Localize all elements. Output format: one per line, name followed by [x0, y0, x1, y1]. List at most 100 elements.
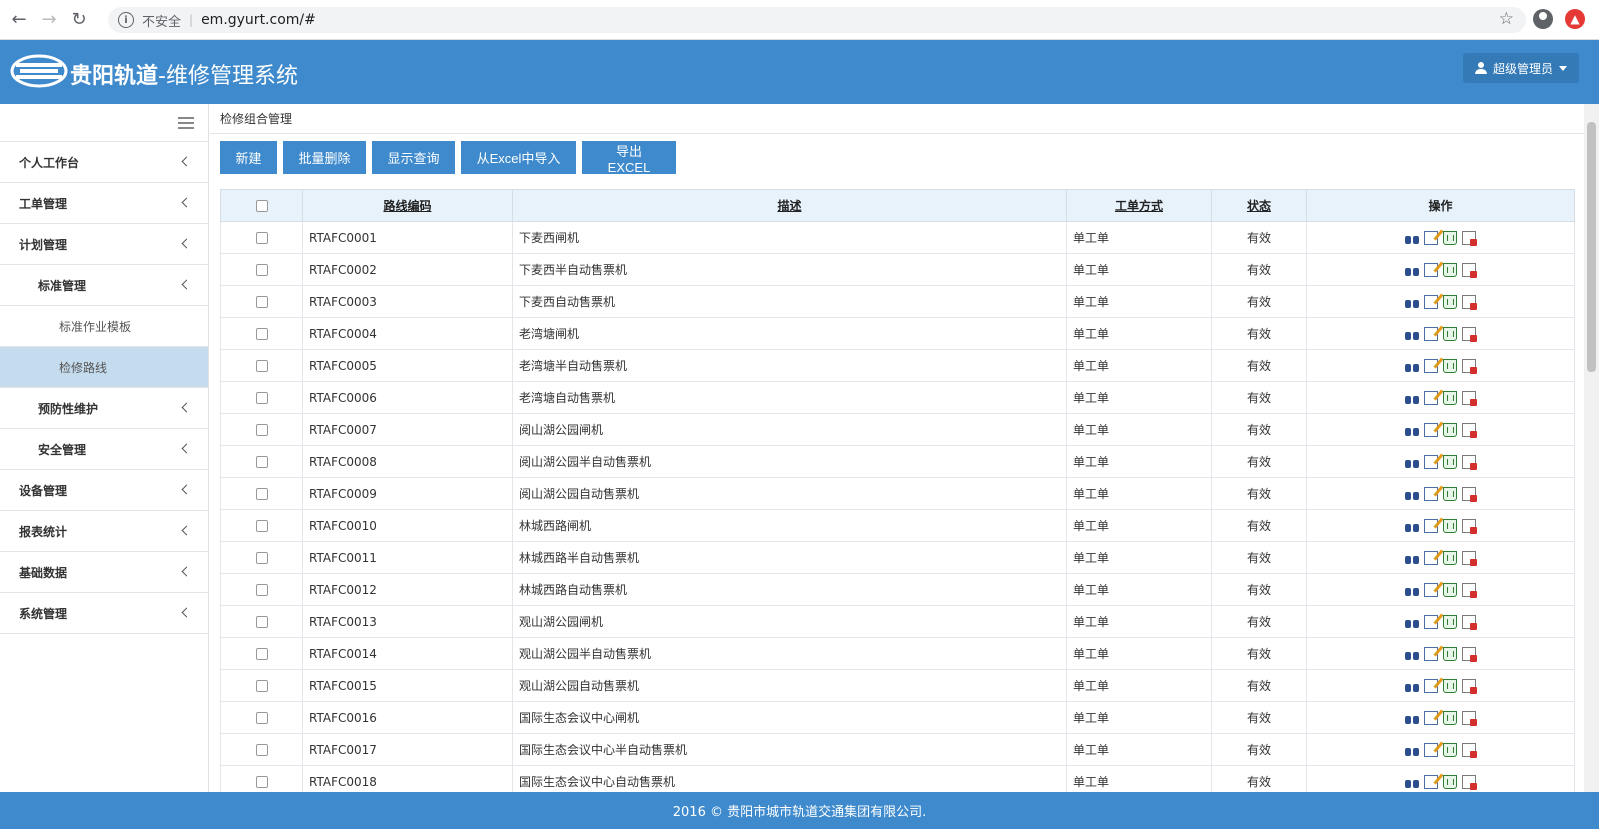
- select-all-checkbox[interactable]: [255, 200, 268, 212]
- column-header-desc[interactable]: 描述: [512, 189, 1067, 222]
- extension-icon[interactable]: ▲: [1565, 9, 1585, 29]
- delete-trash-icon[interactable]: [1443, 454, 1457, 469]
- table-row[interactable]: RTAFC0005 老湾塘半自动售票机 单工单 有效: [220, 349, 1575, 382]
- document-icon[interactable]: [1462, 422, 1477, 438]
- row-checkbox[interactable]: [255, 552, 268, 564]
- sidebar-toggle[interactable]: [0, 104, 208, 142]
- user-menu-button[interactable]: 超级管理员: [1462, 53, 1579, 83]
- document-icon[interactable]: [1462, 742, 1477, 758]
- delete-trash-icon[interactable]: [1443, 262, 1457, 277]
- delete-trash-icon[interactable]: [1443, 550, 1457, 565]
- row-checkbox[interactable]: [255, 232, 268, 244]
- reload-icon[interactable]: ↻: [68, 9, 90, 31]
- edit-icon[interactable]: [1424, 390, 1438, 405]
- row-checkbox[interactable]: [255, 584, 268, 596]
- edit-icon[interactable]: [1424, 614, 1438, 629]
- show-query-button[interactable]: 显示查询: [372, 141, 455, 174]
- table-row[interactable]: RTAFC0010 林城西路闸机 单工单 有效: [220, 509, 1575, 542]
- document-icon[interactable]: [1462, 614, 1477, 630]
- scrollbar-thumb[interactable]: [1587, 122, 1596, 372]
- document-icon[interactable]: [1462, 486, 1477, 502]
- edit-icon[interactable]: [1424, 710, 1438, 725]
- document-icon[interactable]: [1462, 390, 1477, 406]
- edit-icon[interactable]: [1424, 742, 1438, 757]
- info-icon[interactable]: i: [118, 12, 134, 28]
- document-icon[interactable]: [1462, 582, 1477, 598]
- delete-trash-icon[interactable]: [1443, 774, 1457, 789]
- column-header-status[interactable]: 状态: [1211, 189, 1307, 222]
- row-checkbox[interactable]: [255, 616, 268, 628]
- document-icon[interactable]: [1462, 710, 1477, 726]
- row-checkbox[interactable]: [255, 776, 268, 788]
- view-binoculars-icon[interactable]: [1405, 775, 1419, 789]
- edit-icon[interactable]: [1424, 678, 1438, 693]
- edit-icon[interactable]: [1424, 518, 1438, 533]
- row-checkbox[interactable]: [255, 680, 268, 692]
- view-binoculars-icon[interactable]: [1405, 359, 1419, 373]
- view-binoculars-icon[interactable]: [1405, 551, 1419, 565]
- row-checkbox[interactable]: [255, 264, 268, 276]
- view-binoculars-icon[interactable]: [1405, 391, 1419, 405]
- view-binoculars-icon[interactable]: [1405, 583, 1419, 597]
- account-icon[interactable]: [1533, 9, 1553, 29]
- column-header-method[interactable]: 工单方式: [1066, 189, 1212, 222]
- row-checkbox[interactable]: [255, 712, 268, 724]
- table-row[interactable]: RTAFC0014 观山湖公园半自动售票机 单工单 有效: [220, 637, 1575, 670]
- forward-arrow-icon[interactable]: →: [38, 9, 60, 31]
- sidebar-item[interactable]: 计划管理: [0, 224, 208, 265]
- document-icon[interactable]: [1462, 294, 1477, 310]
- address-bar[interactable]: i 不安全 | em.gyurt.com/# ☆: [108, 7, 1526, 33]
- document-icon[interactable]: [1462, 678, 1477, 694]
- row-checkbox[interactable]: [255, 744, 268, 756]
- table-row[interactable]: RTAFC0003 下麦西自动售票机 单工单 有效: [220, 285, 1575, 318]
- delete-trash-icon[interactable]: [1443, 294, 1457, 309]
- view-binoculars-icon[interactable]: [1405, 647, 1419, 661]
- delete-trash-icon[interactable]: [1443, 614, 1457, 629]
- document-icon[interactable]: [1462, 358, 1477, 374]
- row-checkbox[interactable]: [255, 328, 268, 340]
- view-binoculars-icon[interactable]: [1405, 423, 1419, 437]
- table-row[interactable]: RTAFC0002 下麦西半自动售票机 单工单 有效: [220, 253, 1575, 286]
- edit-icon[interactable]: [1424, 454, 1438, 469]
- document-icon[interactable]: [1462, 262, 1477, 278]
- row-checkbox[interactable]: [255, 296, 268, 308]
- delete-trash-icon[interactable]: [1443, 326, 1457, 341]
- edit-icon[interactable]: [1424, 230, 1438, 245]
- row-checkbox[interactable]: [255, 424, 268, 436]
- table-row[interactable]: RTAFC0006 老湾塘自动售票机 单工单 有效: [220, 381, 1575, 414]
- edit-icon[interactable]: [1424, 550, 1438, 565]
- table-row[interactable]: RTAFC0009 阅山湖公园自动售票机 单工单 有效: [220, 477, 1575, 510]
- sidebar-item[interactable]: 个人工作台: [0, 142, 208, 183]
- row-checkbox[interactable]: [255, 488, 268, 500]
- column-header-code[interactable]: 路线编码: [302, 189, 513, 222]
- table-row[interactable]: RTAFC0011 林城西路半自动售票机 单工单 有效: [220, 541, 1575, 574]
- batch-delete-button[interactable]: 批量删除: [283, 141, 366, 174]
- sidebar-item[interactable]: 报表统计: [0, 511, 208, 552]
- delete-trash-icon[interactable]: [1443, 518, 1457, 533]
- view-binoculars-icon[interactable]: [1405, 487, 1419, 501]
- row-checkbox[interactable]: [255, 360, 268, 372]
- document-icon[interactable]: [1462, 454, 1477, 470]
- row-checkbox[interactable]: [255, 392, 268, 404]
- edit-icon[interactable]: [1424, 486, 1438, 501]
- table-row[interactable]: RTAFC0008 阅山湖公园半自动售票机 单工单 有效: [220, 445, 1575, 478]
- view-binoculars-icon[interactable]: [1405, 519, 1419, 533]
- edit-icon[interactable]: [1424, 422, 1438, 437]
- edit-icon[interactable]: [1424, 262, 1438, 277]
- table-row[interactable]: RTAFC0016 国际生态会议中心闸机 单工单 有效: [220, 701, 1575, 734]
- import-excel-button[interactable]: 从Excel中导入: [461, 141, 576, 174]
- table-row[interactable]: RTAFC0012 林城西路自动售票机 单工单 有效: [220, 573, 1575, 606]
- sidebar-item[interactable]: 设备管理: [0, 470, 208, 511]
- bookmark-star-icon[interactable]: ☆: [1499, 9, 1514, 29]
- sidebar-item[interactable]: 安全管理: [0, 429, 208, 470]
- delete-trash-icon[interactable]: [1443, 646, 1457, 661]
- document-icon[interactable]: [1462, 230, 1477, 246]
- table-row[interactable]: RTAFC0017 国际生态会议中心半自动售票机 单工单 有效: [220, 733, 1575, 766]
- document-icon[interactable]: [1462, 518, 1477, 534]
- view-binoculars-icon[interactable]: [1405, 231, 1419, 245]
- sidebar-item[interactable]: 检修路线: [0, 347, 208, 388]
- table-row[interactable]: RTAFC0001 下麦西闸机 单工单 有效: [220, 221, 1575, 254]
- view-binoculars-icon[interactable]: [1405, 327, 1419, 341]
- sidebar-item[interactable]: 基础数据: [0, 552, 208, 593]
- delete-trash-icon[interactable]: [1443, 422, 1457, 437]
